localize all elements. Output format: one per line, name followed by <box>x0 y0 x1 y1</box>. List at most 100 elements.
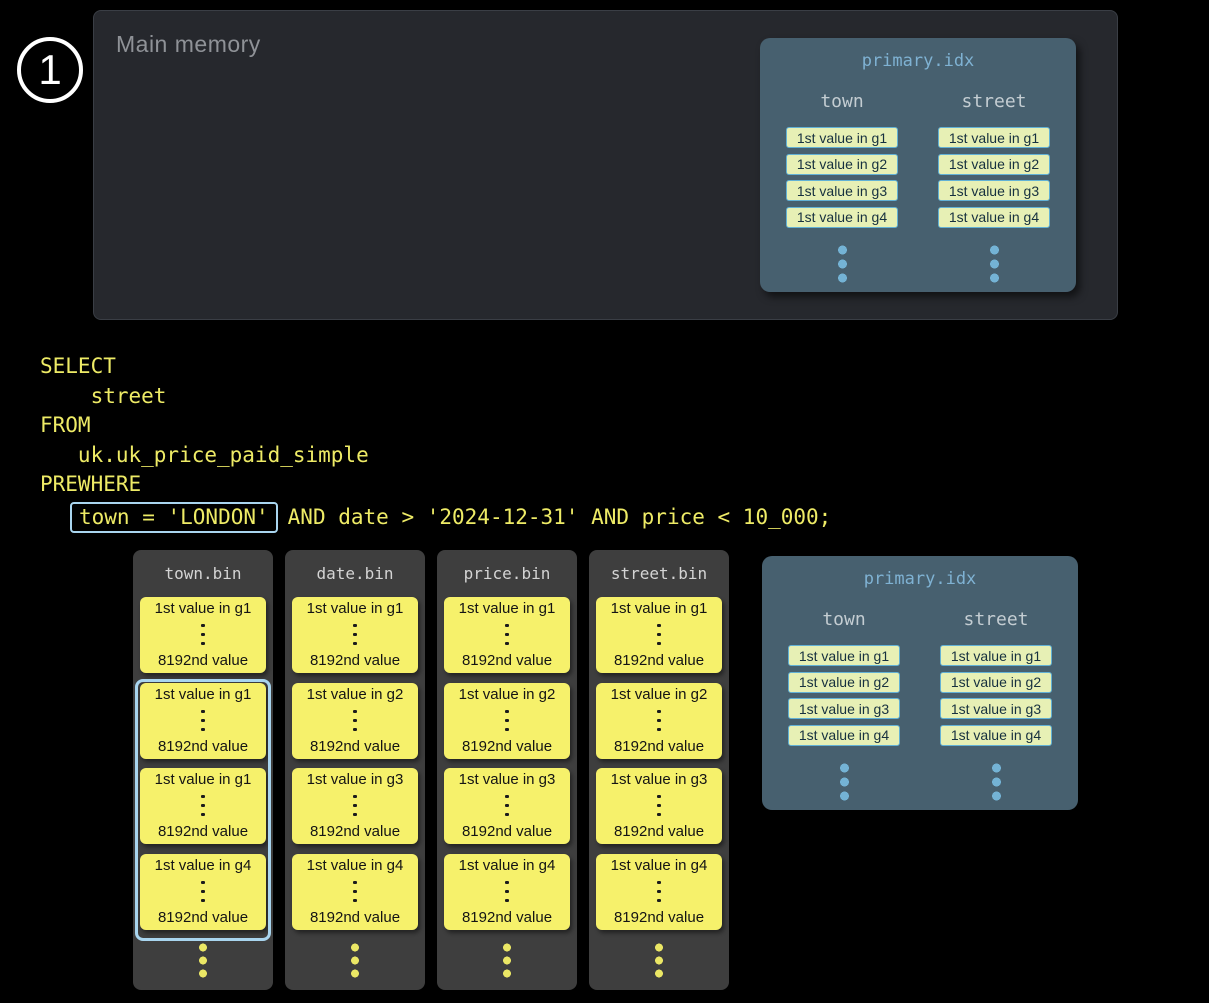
index-entry: 1st value in g3 <box>940 698 1052 719</box>
index-entry: 1st value in g2 <box>788 672 900 693</box>
granule-block: 1st value in g3 8192nd value <box>444 768 570 844</box>
granule-last-value: 8192nd value <box>462 652 552 669</box>
index-entry: 1st value in g1 <box>938 127 1050 148</box>
sql-query: SELECT street FROM uk.uk_price_paid_simp… <box>40 352 831 535</box>
sql-line-condition: town = 'LONDON' AND date > '2024-12-31' … <box>40 501 831 535</box>
bin-file-title: price.bin <box>437 550 577 583</box>
ellipsis-dots-icon <box>505 878 509 905</box>
granule-first-value: 1st value in g2 <box>307 686 404 703</box>
prewhere-rest-predicates: AND date > '2024-12-31' AND price < 10_0… <box>288 503 832 533</box>
index-column-street: street 1st value in g1 1st value in g2 1… <box>940 609 1052 803</box>
index-column-street: street 1st value in g1 1st value in g2 1… <box>938 91 1050 285</box>
granule-first-value: 1st value in g1 <box>611 600 708 617</box>
main-memory-label: Main memory <box>116 31 261 58</box>
granule-first-value: 1st value in g2 <box>459 686 556 703</box>
ellipsis-dots-icon <box>201 878 205 905</box>
granule-list: 1st value in g1 8192nd value 1st value i… <box>589 597 729 930</box>
ellipsis-dots-icon <box>657 707 661 734</box>
bin-file-title: date.bin <box>285 550 425 583</box>
granule-block: 1st value in g2 8192nd value <box>292 683 418 759</box>
ellipsis-dots-icon <box>657 878 661 905</box>
index-columns: town 1st value in g1 1st value in g2 1st… <box>762 609 1078 803</box>
sql-line-prewhere: PREWHERE <box>40 470 831 500</box>
granule-block: 1st value in g4 8192nd value <box>140 854 266 930</box>
index-column-town: town 1st value in g1 1st value in g2 1st… <box>788 609 900 803</box>
index-entry: 1st value in g4 <box>786 207 898 228</box>
ellipsis-dots-icon <box>199 941 207 980</box>
granule-block: 1st value in g1 8192nd value <box>292 597 418 673</box>
ellipsis-dots-icon <box>655 941 663 980</box>
granule-last-value: 8192nd value <box>614 652 704 669</box>
granule-last-value: 8192nd value <box>462 909 552 926</box>
granule-first-value: 1st value in g4 <box>611 857 708 874</box>
bin-file-price: price.bin 1st value in g1 8192nd value 1… <box>437 550 577 990</box>
granule-block: 1st value in g2 8192nd value <box>444 683 570 759</box>
granule-block: 1st value in g4 8192nd value <box>444 854 570 930</box>
index-entry: 1st value in g3 <box>786 180 898 201</box>
index-entry: 1st value in g1 <box>788 645 900 666</box>
granule-first-value: 1st value in g3 <box>611 771 708 788</box>
index-column-header: town <box>822 609 865 630</box>
step-number: 1 <box>38 49 61 91</box>
granule-first-value: 1st value in g3 <box>307 771 404 788</box>
index-column-header: town <box>820 91 863 112</box>
index-entry: 1st value in g2 <box>938 154 1050 175</box>
index-column-header: street <box>961 91 1026 112</box>
ellipsis-dots-icon <box>201 792 205 819</box>
bin-file-title: street.bin <box>589 550 729 583</box>
granule-block: 1st value in g1 8192nd value <box>140 597 266 673</box>
granule-last-value: 8192nd value <box>158 738 248 755</box>
granule-first-value: 1st value in g1 <box>155 600 252 617</box>
index-entry: 1st value in g1 <box>940 645 1052 666</box>
sql-line-select-column: street <box>40 382 831 412</box>
granule-first-value: 1st value in g3 <box>459 771 556 788</box>
granule-list: 1st value in g1 8192nd value 1st value i… <box>133 597 273 930</box>
granule-last-value: 8192nd value <box>614 738 704 755</box>
index-column-header: street <box>963 609 1028 630</box>
ellipsis-dots-icon <box>657 792 661 819</box>
ellipsis-dots-icon <box>657 621 661 648</box>
granule-last-value: 8192nd value <box>158 652 248 669</box>
ellipsis-dots-icon <box>503 941 511 980</box>
primary-index-card-memory: primary.idx town 1st value in g1 1st val… <box>760 38 1076 292</box>
ellipsis-dots-icon <box>505 621 509 648</box>
bin-file-title: town.bin <box>133 550 273 583</box>
ellipsis-dots-icon <box>505 707 509 734</box>
ellipsis-dots-icon <box>840 761 849 803</box>
index-entry: 1st value in g4 <box>940 725 1052 746</box>
bin-file-date: date.bin 1st value in g1 8192nd value 1s… <box>285 550 425 990</box>
granule-block: 1st value in g1 8192nd value <box>140 683 266 759</box>
granule-last-value: 8192nd value <box>310 909 400 926</box>
granule-block: 1st value in g3 8192nd value <box>292 768 418 844</box>
bin-file-town: town.bin 1st value in g1 8192nd value 1s… <box>133 550 273 990</box>
granule-block: 1st value in g2 8192nd value <box>596 683 722 759</box>
primary-index-card-disk: primary.idx town 1st value in g1 1st val… <box>762 556 1078 810</box>
index-entry: 1st value in g2 <box>940 672 1052 693</box>
index-entry: 1st value in g2 <box>786 154 898 175</box>
ellipsis-dots-icon <box>838 243 847 285</box>
granule-first-value: 1st value in g4 <box>155 857 252 874</box>
sql-line-from: FROM <box>40 411 831 441</box>
granule-last-value: 8192nd value <box>462 823 552 840</box>
prewhere-town-highlight-box: town = 'LONDON' <box>70 502 278 533</box>
index-file-title: primary.idx <box>762 556 1078 589</box>
index-entry: 1st value in g4 <box>788 725 900 746</box>
ellipsis-dots-icon <box>992 761 1001 803</box>
prewhere-town-predicate: town = 'LONDON' <box>79 503 269 533</box>
index-column-town: town 1st value in g1 1st value in g2 1st… <box>786 91 898 285</box>
granule-first-value: 1st value in g2 <box>611 686 708 703</box>
granule-last-value: 8192nd value <box>310 738 400 755</box>
index-entry: 1st value in g4 <box>938 207 1050 228</box>
granule-list: 1st value in g1 8192nd value 1st value i… <box>285 597 425 930</box>
index-entry: 1st value in g1 <box>786 127 898 148</box>
ellipsis-dots-icon <box>351 941 359 980</box>
sql-line-table: uk.uk_price_paid_simple <box>40 441 831 471</box>
granule-block: 1st value in g1 8192nd value <box>140 768 266 844</box>
granule-last-value: 8192nd value <box>462 738 552 755</box>
granule-last-value: 8192nd value <box>614 823 704 840</box>
ellipsis-dots-icon <box>353 878 357 905</box>
granule-last-value: 8192nd value <box>158 909 248 926</box>
granule-last-value: 8192nd value <box>614 909 704 926</box>
granule-first-value: 1st value in g4 <box>459 857 556 874</box>
index-entry: 1st value in g3 <box>938 180 1050 201</box>
